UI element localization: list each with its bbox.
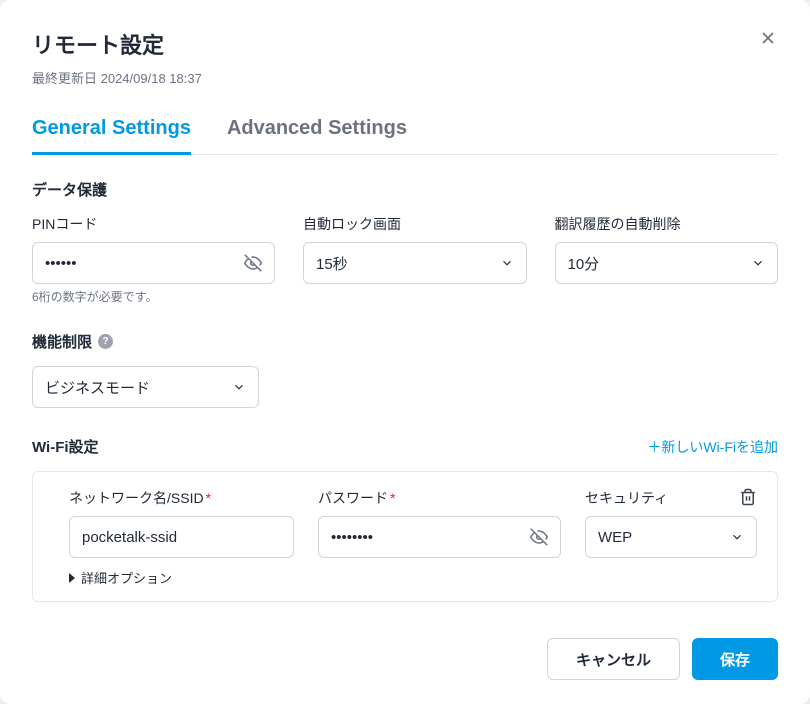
pin-label: PINコード	[32, 214, 275, 234]
section-wifi: Wi-Fi設定	[32, 436, 99, 457]
wifi-password-input[interactable]	[331, 529, 530, 546]
modal-title: リモート設定	[32, 28, 778, 60]
pin-helper: 6桁の数字が必要です。	[32, 288, 275, 305]
eye-off-icon[interactable]	[244, 254, 262, 272]
autolock-select[interactable]: 15秒	[303, 242, 527, 284]
footer: キャンセル 保存	[32, 638, 778, 680]
help-icon[interactable]: ?	[98, 334, 113, 349]
wifi-password-label: パスワード*	[318, 488, 561, 508]
pin-input[interactable]	[45, 255, 244, 272]
add-wifi-button[interactable]: ＋新しいWi-Fiを追加	[647, 437, 778, 457]
wifi-password-wrap[interactable]	[318, 516, 561, 558]
autolock-value: 15秒	[316, 253, 348, 274]
detail-options-label: 詳細オプション	[81, 568, 172, 587]
last-updated: 最終更新日 2024/09/18 18:37	[32, 68, 778, 87]
autodelete-select[interactable]: 10分	[555, 242, 779, 284]
chevron-down-icon	[730, 530, 744, 544]
function-limit-text: 機能制限	[32, 331, 92, 352]
detail-options-toggle[interactable]: 詳細オプション	[69, 568, 757, 587]
close-button[interactable]	[758, 28, 778, 48]
save-button[interactable]: 保存	[692, 638, 778, 680]
triangle-right-icon	[69, 573, 75, 583]
tabs: General Settings Advanced Settings	[32, 109, 778, 155]
tab-general[interactable]: General Settings	[32, 109, 191, 155]
mode-value: ビジネスモード	[45, 377, 150, 398]
tab-advanced[interactable]: Advanced Settings	[227, 109, 407, 155]
autodelete-value: 10分	[568, 253, 600, 274]
section-data-protection: データ保護	[32, 179, 778, 200]
cancel-button[interactable]: キャンセル	[547, 638, 680, 680]
chevron-down-icon	[751, 256, 765, 270]
chevron-down-icon	[500, 256, 514, 270]
security-label: セキュリティ	[585, 488, 757, 508]
autodelete-label: 翻訳履歴の自動削除	[555, 214, 779, 234]
pin-input-wrap[interactable]	[32, 242, 275, 284]
mode-select[interactable]: ビジネスモード	[32, 366, 259, 408]
eye-off-icon[interactable]	[530, 528, 548, 546]
security-select[interactable]: WEP	[585, 516, 757, 558]
chevron-down-icon	[232, 380, 246, 394]
security-value: WEP	[598, 529, 632, 546]
trash-icon[interactable]	[739, 488, 757, 506]
ssid-input-wrap[interactable]	[69, 516, 294, 558]
ssid-label: ネットワーク名/SSID*	[69, 488, 294, 508]
remote-settings-modal: リモート設定 最終更新日 2024/09/18 18:37 General Se…	[0, 0, 810, 704]
autolock-label: 自動ロック画面	[303, 214, 527, 234]
wifi-card: ネットワーク名/SSID* パスワード* セキュリティ	[32, 471, 778, 602]
ssid-input[interactable]	[82, 529, 281, 546]
section-function-limit: 機能制限 ?	[32, 331, 778, 352]
